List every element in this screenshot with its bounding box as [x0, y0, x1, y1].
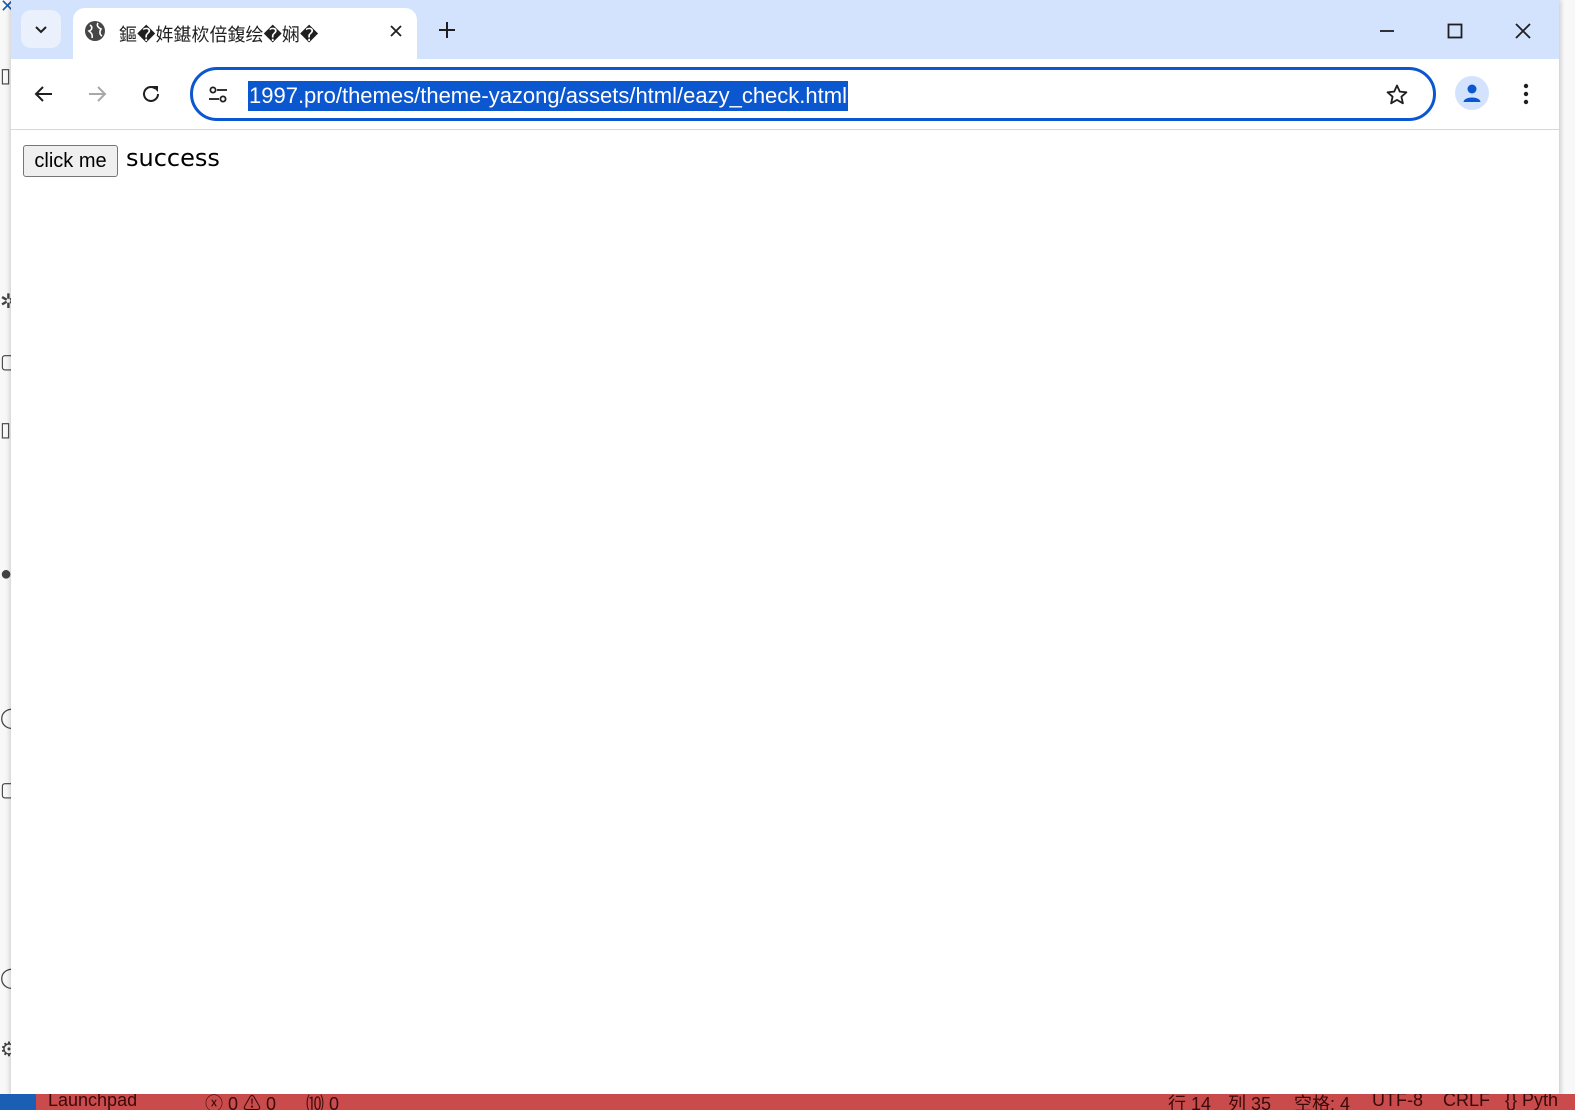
back-button[interactable]	[25, 75, 63, 113]
statusbar-column[interactable]: 列 35	[1228, 1094, 1271, 1110]
chevron-down-icon	[35, 26, 47, 34]
minimize-icon	[1380, 30, 1394, 32]
site-info-button[interactable]	[205, 82, 231, 108]
star-icon	[1386, 84, 1408, 105]
globe-icon	[85, 21, 105, 41]
new-tab-button[interactable]	[433, 16, 461, 44]
background-github-icon: ●	[0, 563, 11, 585]
tab-search-button[interactable]	[21, 10, 61, 48]
statusbar-problems[interactable]: ⓧ 0 ⚠ 0	[205, 1094, 276, 1110]
address-bar[interactable]: 1997.pro/themes/theme-yazong/assets/html…	[190, 67, 1436, 121]
statusbar-spaces[interactable]: 空格: 4	[1294, 1094, 1350, 1110]
statusbar-eol[interactable]: CRLF	[1443, 1094, 1490, 1110]
click-me-button[interactable]: click me	[23, 145, 118, 177]
maximize-button[interactable]	[1432, 8, 1478, 54]
background-clock-icon: ◯	[0, 706, 11, 730]
arrow-left-icon	[34, 86, 52, 102]
statusbar-encoding[interactable]: UTF-8	[1372, 1094, 1423, 1110]
background-account-icon: ◯	[0, 966, 11, 990]
statusbar-launchpad[interactable]: Launchpad	[48, 1094, 137, 1110]
maximize-icon	[1447, 23, 1463, 39]
profile-button[interactable]	[1455, 76, 1489, 110]
background-extensions-icon: ▢	[0, 351, 11, 373]
remote-indicator[interactable]	[0, 1094, 36, 1110]
close-icon	[390, 25, 402, 37]
bookmark-button[interactable]	[1383, 81, 1411, 109]
statusbar-language[interactable]: {} Pyth	[1505, 1094, 1558, 1110]
reload-button[interactable]	[132, 75, 170, 113]
page-viewport: click me success	[11, 130, 1559, 1096]
plus-icon	[439, 22, 455, 38]
background-editor-edge	[1563, 0, 1575, 1110]
browser-menu-button[interactable]	[1511, 77, 1541, 111]
tab-title: 鏂�姩鍖栨倍鍑绘�娴�	[119, 25, 319, 45]
background-explorer-icon: ▯	[0, 65, 11, 87]
browser-window: 鏂�姩鍖栨倍鍑绘�娴� 1997.pro/themes/theme-yazong…	[11, 0, 1559, 1096]
tab-strip: 鏂�姩鍖栨倍鍑绘�娴�	[11, 0, 1559, 59]
statusbar-line[interactable]: 行 14	[1168, 1094, 1211, 1110]
forward-button[interactable]	[78, 75, 116, 113]
url-text[interactable]: 1997.pro/themes/theme-yazong/assets/html…	[248, 81, 848, 111]
arrow-right-icon	[89, 86, 107, 102]
background-debug-icon: ✲	[0, 291, 11, 313]
browser-toolbar: 1997.pro/themes/theme-yazong/assets/html…	[11, 59, 1559, 130]
background-statusbar: Launchpad ⓧ 0 ⚠ 0 ⑽ 0 行 14 列 35 空格: 4 UT…	[0, 1094, 1575, 1110]
tab-close-button[interactable]	[385, 20, 407, 42]
close-window-button[interactable]	[1500, 8, 1546, 54]
statusbar-ports[interactable]: ⑽ 0	[306, 1094, 339, 1110]
more-vert-icon	[1523, 83, 1529, 105]
minimize-button[interactable]	[1364, 8, 1410, 54]
close-icon	[1515, 23, 1531, 39]
person-icon	[1463, 84, 1481, 102]
result-text: success	[126, 144, 220, 172]
background-settings-icon: ⚙	[0, 1039, 11, 1061]
background-panel-icon: ▯	[0, 419, 11, 441]
background-box-icon: ▢	[0, 779, 11, 801]
reload-icon	[143, 85, 159, 102]
tune-icon	[209, 86, 227, 103]
tab-active[interactable]: 鏂�姩鍖栨倍鍑绘�娴�	[73, 8, 417, 59]
background-vscode-icon: ✕	[0, 0, 11, 16]
